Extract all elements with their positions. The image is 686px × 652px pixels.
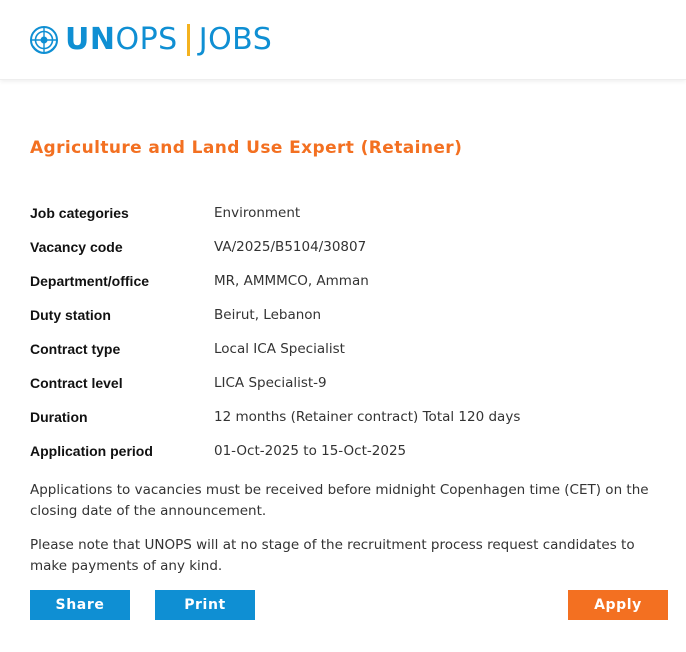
share-button[interactable]: Share <box>30 590 130 620</box>
logo-ops-text: OPS <box>115 22 178 57</box>
detail-label: Contract type <box>30 341 121 357</box>
detail-row-department: Department/office MR, AMMMCO, Amman <box>30 264 670 298</box>
print-button[interactable]: Print <box>155 590 255 620</box>
job-title: Agriculture and Land Use Expert (Retaine… <box>30 138 463 158</box>
site-header: UN OPS JOBS <box>0 0 686 80</box>
detail-row-vacancy-code: Vacancy code VA/2025/B5104/30807 <box>30 230 670 264</box>
logo-un-text: UN <box>65 22 116 57</box>
detail-row-job-categories: Job categories Environment <box>30 196 670 230</box>
logo-separator <box>186 24 190 56</box>
un-emblem-icon <box>30 26 58 54</box>
detail-label: Duration <box>30 409 88 425</box>
detail-label: Vacancy code <box>30 239 123 255</box>
deadline-note: Applications to vacancies must be receiv… <box>30 482 649 519</box>
detail-label: Duty station <box>30 307 111 323</box>
detail-value: MR, AMMMCO, Amman <box>214 273 369 289</box>
detail-value: Environment <box>214 205 301 221</box>
detail-row-contract-level: Contract level LICA Specialist-9 <box>30 366 670 400</box>
unops-jobs-logo[interactable]: UN OPS JOBS <box>29 20 272 60</box>
detail-row-duty-station: Duty station Beirut, Lebanon <box>30 298 670 332</box>
detail-label: Contract level <box>30 375 123 391</box>
detail-row-application-period: Application period 01-Oct-2025 to 15-Oct… <box>30 434 670 468</box>
detail-label: Department/office <box>30 273 150 289</box>
detail-row-contract-type: Contract type Local ICA Specialist <box>30 332 670 366</box>
detail-value: Beirut, Lebanon <box>214 307 322 323</box>
detail-value: 01-Oct-2025 to 15-Oct-2025 <box>214 443 407 459</box>
detail-value: Local ICA Specialist <box>214 341 345 357</box>
detail-value: VA/2025/B5104/30807 <box>214 239 367 255</box>
detail-value: LICA Specialist-9 <box>214 375 327 391</box>
logo-jobs-text: JOBS <box>198 22 273 57</box>
apply-button[interactable]: Apply <box>568 590 668 620</box>
detail-label: Application period <box>30 443 153 459</box>
job-details-list: Job categories Environment Vacancy code … <box>30 196 670 468</box>
detail-value: 12 months (Retainer contract) Total 120 … <box>214 409 521 425</box>
detail-row-duration: Duration 12 months (Retainer contract) T… <box>30 400 670 434</box>
detail-label: Job categories <box>30 205 129 221</box>
payments-disclaimer: Please note that UNOPS will at no stage … <box>30 537 635 574</box>
